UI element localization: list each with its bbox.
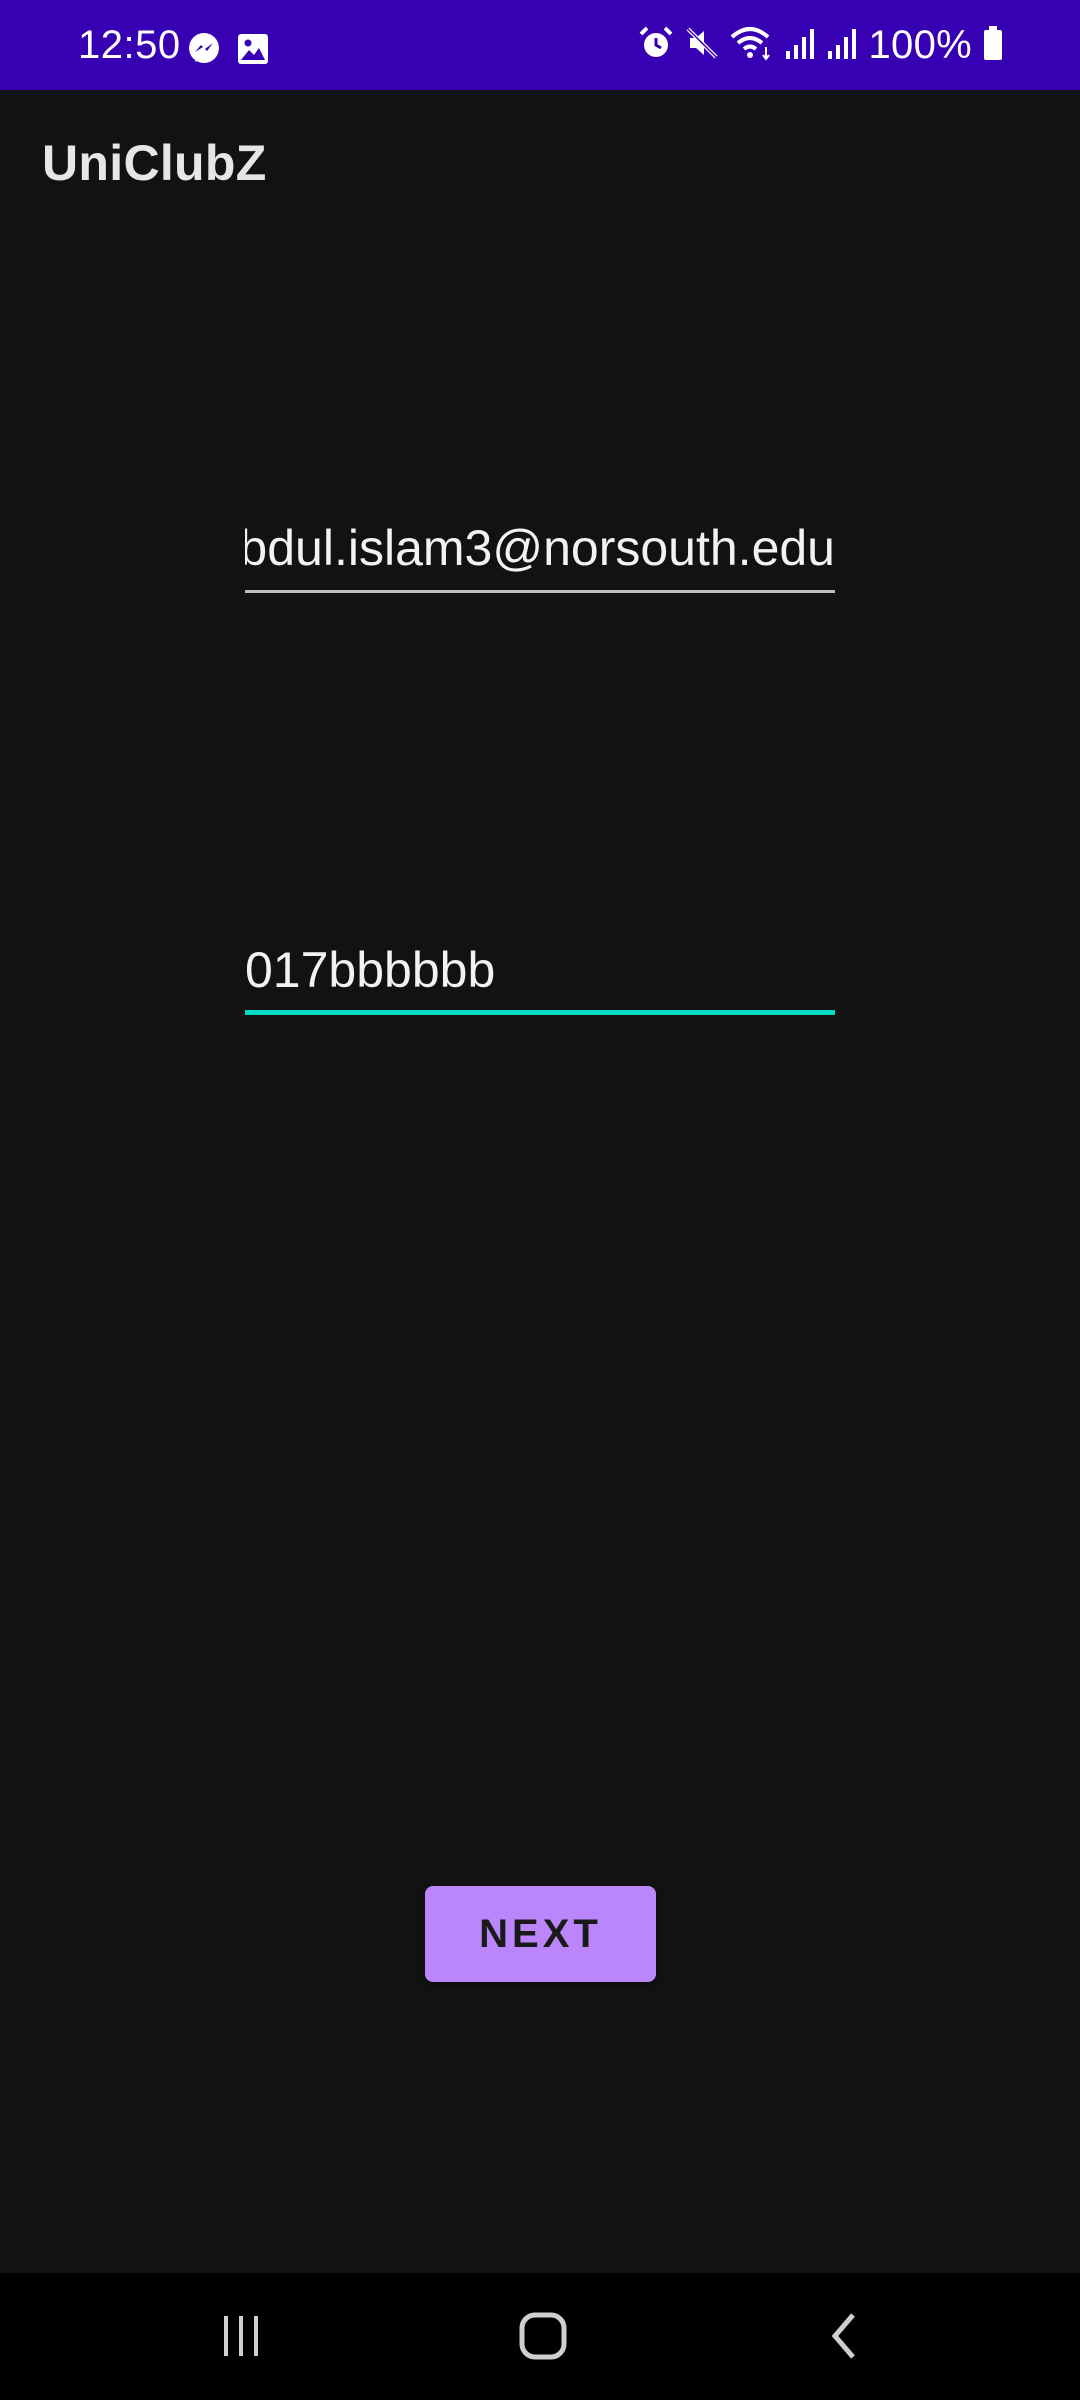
app-title: UniClubZ bbox=[42, 135, 267, 191]
status-time: 12:50 bbox=[78, 23, 181, 67]
wifi-icon bbox=[730, 25, 774, 66]
back-icon[interactable] bbox=[800, 2301, 890, 2371]
phone-field[interactable]: 017bbbbbb bbox=[245, 915, 835, 1015]
signal-icon bbox=[784, 25, 816, 66]
email-field-underline bbox=[245, 590, 835, 593]
battery-percent: 100% bbox=[868, 23, 972, 67]
mute-icon bbox=[684, 25, 720, 66]
signal-icon bbox=[826, 25, 858, 66]
navigation-bar bbox=[0, 2273, 1080, 2400]
image-icon bbox=[236, 32, 270, 66]
battery-icon bbox=[982, 25, 1004, 66]
next-button[interactable]: NEXT bbox=[425, 1886, 656, 1982]
email-field-value: abdul.islam3@norsouth.edu bbox=[245, 520, 835, 576]
messenger-icon bbox=[187, 32, 221, 66]
status-bar: 12:50 100% bbox=[0, 0, 1080, 90]
email-field[interactable]: abdul.islam3@norsouth.edu bbox=[245, 493, 835, 593]
screen: 12:50 100% UniClubZ abdul.islam3@norsout… bbox=[0, 0, 1080, 2400]
status-right-group: 100% bbox=[638, 22, 1004, 68]
alarm-icon bbox=[638, 25, 674, 66]
phone-field-underline bbox=[245, 1010, 835, 1015]
phone-field-value: 017bbbbbb bbox=[245, 942, 496, 998]
recent-apps-icon[interactable] bbox=[197, 2301, 287, 2371]
home-icon[interactable] bbox=[498, 2301, 588, 2371]
